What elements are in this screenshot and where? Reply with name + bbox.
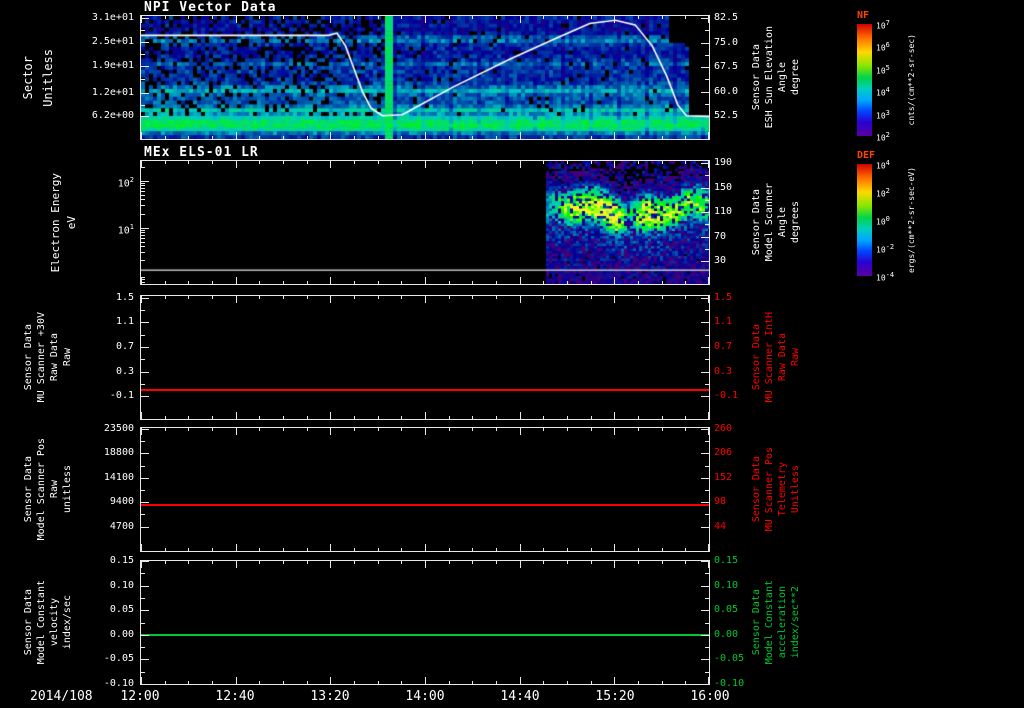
time-tick-label: 12:00 (120, 689, 160, 704)
plot-window: NPI Vector Data 3.1e+01 2.5e+01 1.9e+01 1.2e… (0, 0, 1024, 708)
time-tick-label: 14:00 (405, 689, 445, 704)
time-tick-label: 14:40 (500, 689, 540, 704)
time-tick-label: 12:40 (215, 689, 255, 704)
time-tick-labels: 12:00 12:40 13:20 14:00 14:40 15:20 16:00 (0, 0, 1024, 708)
time-tick-label: 15:20 (595, 689, 635, 704)
time-tick-label: 16:00 (690, 689, 730, 704)
time-axis: 2014/108 12:00 12:40 13:20 14:00 14:40 15:20 1… (0, 0, 1024, 708)
time-tick-label: 13:20 (310, 689, 350, 704)
